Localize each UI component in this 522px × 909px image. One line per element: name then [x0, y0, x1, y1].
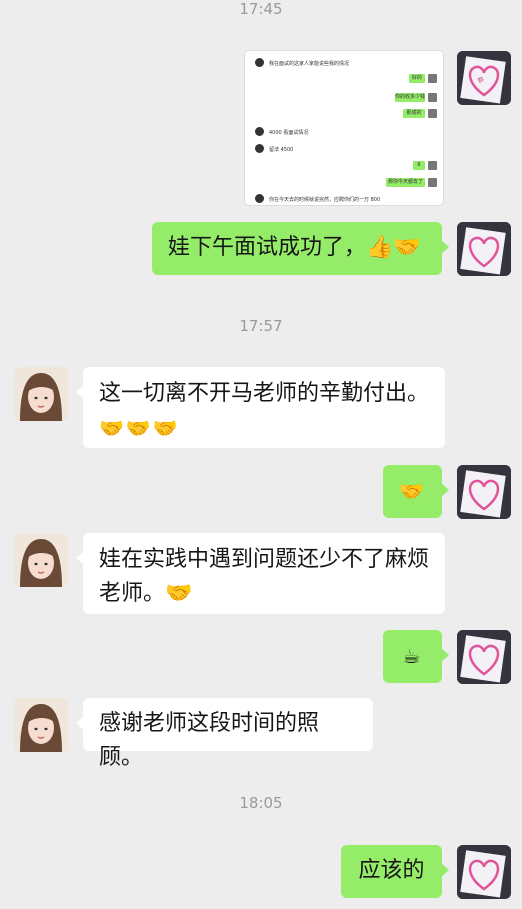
message-text: 这一切离不开马老师的辛勤付出。 — [99, 381, 430, 406]
contact-avatar[interactable] — [14, 533, 68, 587]
outgoing-message-bubble[interactable]: 娃下午面试成功了，👍🤝 — [152, 222, 449, 275]
snippet-line: 你在今天去的时候就说完然，应聘你们的一万 800 — [269, 197, 381, 203]
incoming-message-bubble[interactable]: 感谢老师这段时间的照顾。 — [76, 698, 373, 770]
snippet-line: 我在面试的这家人家能说些我的情况 — [269, 61, 350, 67]
chat-screenshot-image[interactable]: 我在面试的这家人家能说些我的情况 好的 你的收多少钱 那成的 4000 看面试情… — [245, 51, 443, 205]
outgoing-message-bubble[interactable]: 应该的 — [341, 845, 449, 898]
snippet-bubble: 那成的 — [403, 109, 425, 118]
my-avatar[interactable] — [457, 845, 511, 899]
snippet-bubble: 6 — [413, 161, 425, 170]
message-text-line: 老师。🤝 — [99, 581, 193, 606]
contact-avatar[interactable] — [14, 367, 68, 421]
snippet-line: 留法 4500 — [269, 147, 294, 153]
snippet-bubble: 好的 — [409, 74, 425, 83]
snippet-line: 4000 看面试情况 — [269, 130, 309, 136]
outgoing-emoji-bubble[interactable]: ☕ — [383, 630, 449, 683]
my-avatar[interactable] — [457, 630, 511, 684]
message-text-line: 娃在实践中遇到问题还少不了麻烦 — [99, 547, 430, 572]
timestamp: 17:57 — [239, 317, 283, 335]
incoming-message-bubble[interactable]: 这一切离不开马老师的辛勤付出。 🤝🤝🤝 — [76, 367, 445, 448]
my-avatar[interactable] — [457, 465, 511, 519]
incoming-message-bubble[interactable]: 娃在实践中遇到问题还少不了麻烦 老师。🤝 — [76, 533, 445, 614]
contact-avatar[interactable] — [14, 698, 68, 752]
my-avatar[interactable] — [457, 222, 511, 276]
snippet-bubble: 那你今天都去了 — [386, 178, 425, 187]
timestamp: 17:45 — [239, 0, 283, 18]
message-emoji: 🤝🤝🤝 — [99, 416, 180, 440]
snippet-bubble: 你的收多少钱 — [395, 93, 426, 102]
outgoing-emoji-bubble[interactable]: 🤝 — [383, 465, 449, 518]
timestamp: 18:05 — [239, 794, 283, 812]
my-avatar[interactable]: 群 — [457, 51, 511, 105]
